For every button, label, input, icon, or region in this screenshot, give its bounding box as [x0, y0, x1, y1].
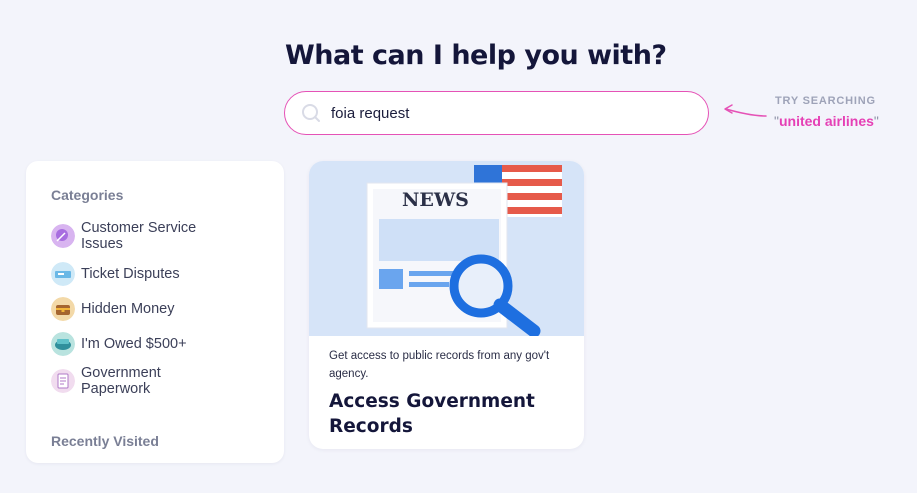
category-label: Ticket Disputes: [81, 266, 180, 282]
arrow-icon: [724, 104, 767, 117]
category-owed-500[interactable]: I'm Owed $500+: [51, 332, 251, 356]
ticket-icon: [51, 262, 75, 286]
card-access-government-records[interactable]: NEWS Get access to public records from a…: [309, 161, 584, 449]
page-heading: What can I help you with?: [285, 40, 667, 71]
customer-service-icon: [51, 224, 75, 248]
search-box[interactable]: [284, 91, 709, 135]
category-label: Government Paperwork: [81, 365, 161, 397]
search-icon: [302, 104, 320, 122]
document-icon: [51, 369, 75, 393]
close-quote: ": [873, 113, 879, 129]
category-hidden-money[interactable]: Hidden Money: [51, 297, 251, 321]
category-government-paperwork[interactable]: Government Paperwork: [51, 365, 251, 397]
recently-visited-heading: Recently Visited: [51, 433, 159, 449]
card-description: Get access to public records from any go…: [329, 350, 550, 380]
suggestion-term[interactable]: united airlines: [779, 113, 874, 129]
card-title[interactable]: Access Government Records: [329, 389, 569, 439]
category-label: I'm Owed $500+: [81, 336, 187, 352]
sidebar: Categories Customer Service Issues Ticke…: [26, 161, 284, 463]
category-ticket-disputes[interactable]: Ticket Disputes: [51, 262, 251, 286]
category-label: Hidden Money: [81, 301, 175, 317]
category-label: Customer Service Issues: [81, 220, 197, 252]
newspaper-illustration: NEWS: [309, 161, 584, 336]
money-owed-icon: [51, 332, 75, 356]
treasure-chest-icon: [51, 297, 75, 321]
svg-text:NEWS: NEWS: [402, 189, 469, 211]
search-input[interactable]: [331, 104, 691, 122]
category-customer-service[interactable]: Customer Service Issues: [51, 220, 251, 252]
try-searching-label: TRY SEARCHING: [775, 95, 876, 107]
categories-heading: Categories: [51, 187, 124, 203]
try-searching-link[interactable]: "united airlines": [774, 113, 879, 129]
